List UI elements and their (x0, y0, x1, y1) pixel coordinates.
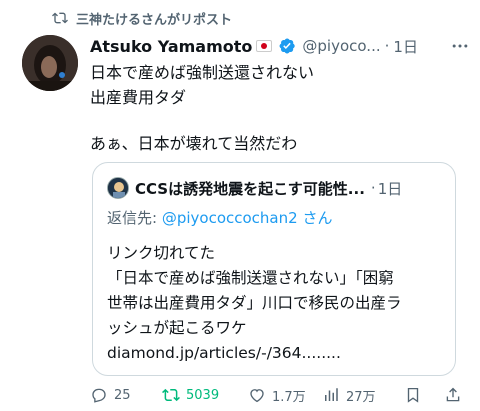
quoted-line: 「日本で産めば強制送還されない」「困窮 (107, 269, 394, 287)
reply-to-line: 返信先: @piyococcochan2 さん (107, 207, 332, 228)
views-chart-icon (325, 388, 338, 401)
repost-button[interactable]: 5039 (162, 386, 219, 404)
quoted-author-avatar (107, 177, 129, 199)
quoted-line: リンク切れてた (107, 244, 216, 262)
bookmark-button[interactable] (404, 386, 422, 404)
tweet-timestamp[interactable]: 1日 (393, 36, 418, 57)
quoted-author-name[interactable]: CCSは誘発地震を起こす可能性... (135, 178, 365, 199)
share-icon (446, 387, 460, 402)
separator-dot: · (384, 37, 390, 55)
bookmark-icon (407, 387, 419, 403)
quoted-tweet-text: リンク切れてた 「日本で産めば強制送還されない」「困窮 世帯は出産費用タダ」川口… (107, 241, 447, 366)
verified-badge-icon (279, 38, 296, 54)
like-count: 1.7万 (272, 389, 306, 405)
quoted-line: 世帯は出産費用タダ」川口で移民の出産ラ (107, 294, 402, 312)
tweet-text: 日本で産めば強制送還されない 出産費用タダ あぁ、日本が壊れて当然だわ (90, 60, 460, 156)
tweet-line: あぁ、日本が壊れて当然だわ (90, 134, 298, 153)
tweet-header: Atsuko Yamamoto @piyoco... · 1日 (90, 34, 470, 58)
reply-count: 25 (114, 387, 131, 403)
views-button[interactable]: 27万 (322, 386, 376, 405)
repost-count: 5039 (186, 387, 220, 403)
japan-flag-icon (256, 40, 273, 52)
repost-banner[interactable]: 三神たけるさんがリポスト (52, 8, 232, 28)
author-handle[interactable]: @piyoco... (302, 37, 380, 55)
author-avatar[interactable] (22, 35, 78, 91)
author-name[interactable]: Atsuko Yamamoto (90, 37, 252, 56)
more-options-icon[interactable] (450, 36, 470, 56)
quoted-link[interactable]: diamond.jp/articles/-/364........ (107, 341, 447, 366)
reply-to-suffix: さん (297, 209, 333, 227)
reply-button[interactable]: 25 (90, 386, 131, 404)
repost-banner-text: 三神たけるさんがリポスト (76, 12, 233, 28)
share-button[interactable] (444, 386, 462, 404)
avatar-image (22, 35, 78, 91)
repost-icon (162, 388, 180, 402)
tweet-line-blank (90, 110, 460, 131)
separator-dot: · (370, 179, 376, 197)
quoted-timestamp[interactable]: 1日 (378, 178, 403, 199)
reply-icon (92, 388, 106, 403)
like-button[interactable]: 1.7万 (248, 386, 306, 405)
tweet-line: 日本で産めば強制送還されない (90, 63, 315, 82)
avatar-image (108, 178, 128, 198)
tweet-line: 出産費用タダ (90, 88, 187, 107)
action-bar: 25 5039 1.7万 27万 (90, 382, 470, 408)
heart-icon (250, 389, 264, 403)
quoted-tweet-header: CCSは誘発地震を起こす可能性... · 1日 (107, 177, 447, 199)
reply-to-mention[interactable]: @piyococcochan2 (162, 209, 298, 227)
reply-to-label: 返信先: (107, 209, 162, 227)
quoted-line: ッシュが起こるワケ (107, 319, 247, 337)
quoted-tweet-card[interactable]: CCSは誘発地震を起こす可能性... · 1日 返信先: @piyococcoc… (92, 162, 456, 376)
views-count: 27万 (346, 389, 376, 405)
repost-icon (52, 12, 68, 24)
